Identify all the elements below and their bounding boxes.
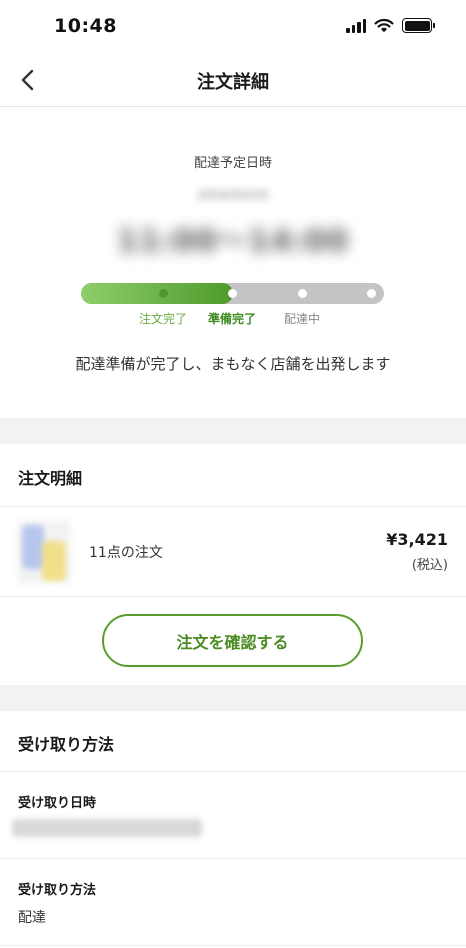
delivery-status-message: 配達準備が完了し、まもなく店舗を出発します <box>75 355 391 373</box>
tax-included-note: (税込) <box>411 558 448 573</box>
progress-dot-delivering <box>298 289 307 298</box>
receive-method-value: 配達 <box>18 910 46 926</box>
confirm-order-button[interactable]: 注文を確認する <box>102 614 363 667</box>
progress-dot-ordered <box>159 289 168 298</box>
receive-method-header: 受け取り方法 <box>18 735 115 754</box>
delivery-time-range: 11:00〜14:00 <box>117 224 349 259</box>
status-icons <box>346 18 435 33</box>
step-label-delivering: 配達中 <box>283 312 321 326</box>
page-title: 注文詳細 <box>197 72 269 93</box>
product-thumbnail <box>18 521 70 583</box>
nav-bar: 注文詳細 <box>0 54 466 107</box>
divider <box>0 858 466 859</box>
progress-dot-delivered <box>367 289 376 298</box>
order-detail-header: 注文明細 <box>18 469 83 488</box>
progress-fill <box>81 283 233 304</box>
receive-method-label: 受け取り方法 <box>18 883 97 898</box>
delivery-status-section: 配達予定日時 2024/XX/XX 11:00〜14:00 注文完了 準備完了 … <box>0 108 466 418</box>
status-time: 10:48 <box>54 15 117 37</box>
order-item-row[interactable]: 11点の注文 ¥3,421 (税込) <box>0 507 466 595</box>
delivery-date: 2024/XX/XX <box>197 188 269 202</box>
order-total-price: ¥3,421 <box>386 530 448 549</box>
step-label-prepared: 準備完了 <box>207 312 257 326</box>
battery-icon <box>402 18 435 33</box>
order-item-count: 11点の注文 <box>89 545 163 561</box>
divider <box>0 771 466 772</box>
receive-date-label: 受け取り日時 <box>18 796 97 811</box>
cellular-signal-icon <box>346 18 366 33</box>
wifi-icon <box>374 18 394 33</box>
progress-dot-prepared <box>228 289 237 298</box>
section-divider-band <box>0 685 466 711</box>
status-bar: 10:48 <box>0 0 466 54</box>
divider <box>0 945 466 946</box>
section-divider-band <box>0 418 466 444</box>
delivery-label: 配達予定日時 <box>193 156 272 171</box>
divider <box>0 596 466 597</box>
receive-date-value-redacted <box>12 819 202 837</box>
step-label-ordered: 注文完了 <box>138 312 188 326</box>
delivery-progress-bar <box>81 283 384 304</box>
